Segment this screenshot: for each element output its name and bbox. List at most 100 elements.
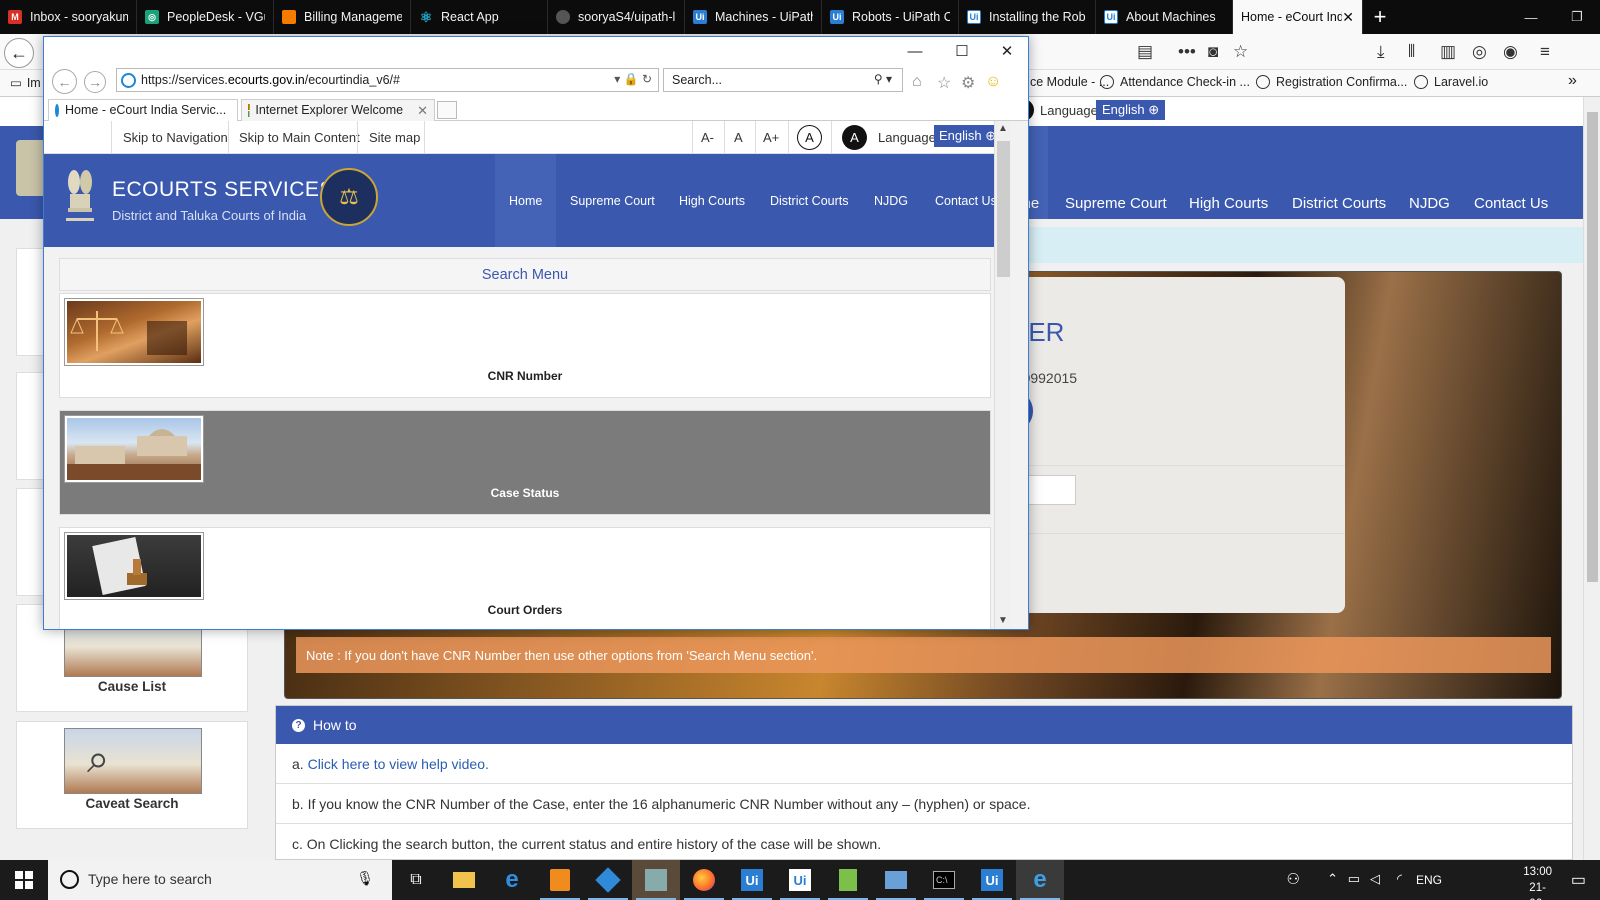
taskbar-search-input[interactable]: Type here to search 🎙 bbox=[48, 860, 392, 900]
taskbar-uipath-robot[interactable]: Ui bbox=[776, 860, 824, 900]
ff-tab-about-machines[interactable]: Ui About Machines bbox=[1096, 0, 1233, 34]
ie-forward-button[interactable]: → bbox=[84, 71, 106, 93]
taskbar-app[interactable] bbox=[632, 860, 680, 900]
maximize-icon[interactable]: ☐ bbox=[947, 41, 977, 61]
ie-search-box[interactable]: Search... ⚲ ▾ bbox=[663, 68, 903, 92]
sidebar-icon[interactable]: ▥ bbox=[1440, 42, 1456, 62]
refresh-icon[interactable]: ↻ bbox=[642, 72, 652, 86]
star-icon[interactable]: ☆ bbox=[1233, 42, 1248, 62]
ff-tab-billing[interactable]: Billing Manageme bbox=[274, 0, 411, 34]
wifi-icon[interactable]: ◜ bbox=[1397, 871, 1402, 887]
nav-high-courts[interactable]: High Courts bbox=[679, 194, 745, 208]
menu-card-court-orders[interactable]: Court Orders bbox=[59, 527, 991, 629]
ie-back-button[interactable]: ← bbox=[52, 69, 77, 94]
ie-url-field[interactable]: https://services.ecourts.gov.in/ecourtin… bbox=[116, 68, 659, 92]
taskbar-cmd[interactable]: C:\ bbox=[920, 860, 968, 900]
skip-to-navigation-link[interactable]: Skip to Navigation bbox=[123, 130, 228, 145]
normal-contrast-button[interactable]: A bbox=[797, 125, 822, 150]
download-icon[interactable]: ⤓ bbox=[1377, 42, 1385, 62]
task-view-button[interactable]: ⧉ bbox=[392, 860, 440, 900]
ie-tab-welcome[interactable]: Internet Explorer Welcome ✕ bbox=[241, 99, 435, 121]
taskbar-git[interactable] bbox=[584, 860, 632, 900]
scrollbar-thumb[interactable] bbox=[1587, 112, 1598, 582]
font-decrease-button[interactable]: A- bbox=[701, 130, 714, 145]
bookmark-item[interactable]: Attendance Check-in ... bbox=[1100, 75, 1250, 89]
nav-home[interactable]: Home bbox=[509, 194, 542, 208]
account-icon[interactable]: ◉ bbox=[1503, 42, 1518, 62]
menu-card-cnr-number[interactable]: CNR Number bbox=[59, 293, 991, 398]
taskbar-uipath-assistant[interactable]: Ui bbox=[968, 860, 1016, 900]
font-increase-button[interactable]: A+ bbox=[763, 130, 779, 145]
taskbar-uipath-studio[interactable]: Ui bbox=[728, 860, 776, 900]
nav-njdg[interactable]: NJDG bbox=[874, 194, 908, 208]
new-tab-button[interactable]: + bbox=[1363, 0, 1397, 34]
nav-supreme-court[interactable]: Supreme Court bbox=[570, 194, 655, 208]
people-icon[interactable]: ⚇ bbox=[1287, 870, 1300, 888]
nav-district-courts[interactable]: District Courts bbox=[770, 194, 848, 208]
page-scrollbar[interactable] bbox=[1583, 97, 1600, 860]
close-icon[interactable]: ✕ bbox=[992, 41, 1022, 61]
ff-tab-github[interactable]: sooryaS4/uipath-l bbox=[548, 0, 685, 34]
volume-icon[interactable]: ◁ bbox=[1370, 871, 1380, 887]
dropdown-icon[interactable]: ▾ bbox=[614, 72, 620, 86]
chevron-up-icon[interactable]: ⌃ bbox=[1327, 871, 1338, 887]
bookmark-item[interactable]: Laravel.io bbox=[1414, 75, 1488, 89]
menu-card-case-status[interactable]: Case Status bbox=[59, 410, 991, 515]
ie-tab-ecourts[interactable]: Home - eCourt India Servic... ✕ bbox=[48, 99, 251, 121]
search-icon[interactable]: ⚲ ▾ bbox=[874, 72, 892, 86]
restore-icon[interactable]: ❐ bbox=[1554, 0, 1600, 34]
library-icon[interactable]: ⫴ bbox=[1408, 42, 1415, 62]
minimize-icon[interactable]: — bbox=[900, 41, 930, 61]
taskbar-firefox[interactable] bbox=[680, 860, 728, 900]
language-select[interactable]: English ⊕ bbox=[1096, 100, 1166, 120]
nav-contact-us[interactable]: Contact Us bbox=[935, 194, 997, 208]
language-select[interactable]: English ⊕ bbox=[934, 125, 998, 147]
gear-icon[interactable]: ⚙ bbox=[961, 73, 975, 93]
bookmark-item[interactable]: Registration Confirma... bbox=[1256, 75, 1407, 89]
ie-new-tab-button[interactable] bbox=[437, 101, 457, 119]
chevron-up-icon[interactable]: ▲ bbox=[998, 123, 1008, 134]
skip-to-main-content-link[interactable]: Skip to Main Content bbox=[239, 130, 360, 145]
close-icon[interactable]: ✕ bbox=[417, 103, 428, 119]
ff-tab-peopledesk[interactable]: ◎ PeopleDesk - VGu bbox=[137, 0, 274, 34]
chevron-down-icon[interactable]: ▼ bbox=[998, 615, 1008, 626]
home-icon[interactable]: ⌂ bbox=[912, 73, 922, 91]
side-card-caveat-search[interactable]: ⌕ Caveat Search bbox=[16, 721, 248, 829]
favorites-star-icon[interactable]: ☆ bbox=[937, 73, 951, 93]
taskbar-notepad[interactable] bbox=[824, 860, 872, 900]
help-video-link[interactable]: Click here to view help video. bbox=[308, 756, 489, 772]
clock[interactable]: 13:00 21-06-2019 bbox=[1523, 864, 1552, 900]
taskbar-network-app[interactable] bbox=[872, 860, 920, 900]
bg-nav-high-courts[interactable]: High Courts bbox=[1189, 195, 1268, 212]
bg-nav-district-courts[interactable]: District Courts bbox=[1292, 195, 1386, 212]
bookmark-folder[interactable]: ▭ Im bbox=[10, 75, 41, 91]
ie-scrollbar[interactable]: ▲ ▼ bbox=[994, 121, 1011, 629]
site-map-link[interactable]: Site map bbox=[369, 130, 420, 145]
lock-icon[interactable]: 🔒 bbox=[624, 72, 639, 86]
sync-icon[interactable]: ◎ bbox=[1472, 42, 1487, 62]
microphone-icon[interactable]: 🎙 bbox=[356, 870, 374, 887]
reader-view-icon[interactable]: ▤ bbox=[1137, 42, 1153, 62]
bookmark-item[interactable]: ce Module - ... bbox=[1030, 75, 1109, 89]
taskbar-sublime[interactable] bbox=[536, 860, 584, 900]
more-actions-icon[interactable]: ••• bbox=[1178, 42, 1196, 62]
back-button[interactable]: ← bbox=[4, 38, 34, 68]
taskbar-internet-explorer[interactable]: e bbox=[1016, 860, 1064, 900]
bg-nav-supreme-court[interactable]: Supreme Court bbox=[1065, 195, 1167, 212]
ff-tab-machines[interactable]: Ui Machines - UiPath bbox=[685, 0, 822, 34]
start-button[interactable] bbox=[0, 860, 48, 900]
notification-icon[interactable]: ▭ bbox=[1571, 870, 1586, 890]
ff-tab-react[interactable]: ⚛ React App bbox=[411, 0, 548, 34]
font-normal-button[interactable]: A bbox=[734, 130, 743, 145]
taskbar-edge[interactable]: e bbox=[488, 860, 536, 900]
bg-nav-njdg[interactable]: NJDG bbox=[1409, 195, 1450, 212]
taskbar-file-explorer[interactable] bbox=[440, 860, 488, 900]
smiley-icon[interactable]: ☺ bbox=[985, 73, 1001, 91]
close-icon[interactable]: ✕ bbox=[1342, 9, 1354, 26]
chevron-right-icon[interactable]: » bbox=[1568, 72, 1577, 90]
input-language[interactable]: ENG bbox=[1416, 873, 1442, 887]
scrollbar-thumb[interactable] bbox=[997, 141, 1010, 277]
ff-tab-installing[interactable]: Ui Installing the Rob bbox=[959, 0, 1096, 34]
high-contrast-button[interactable]: A bbox=[842, 125, 867, 150]
minimize-icon[interactable]: — bbox=[1508, 0, 1554, 34]
